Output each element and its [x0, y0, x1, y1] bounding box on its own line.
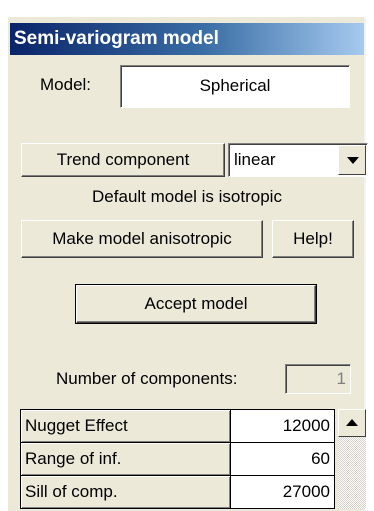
table-row: Range of inf. 60: [20, 442, 335, 476]
model-label: Model:: [40, 75, 92, 94]
help-button[interactable]: Help!: [272, 220, 354, 258]
param-name: Nugget Effect: [20, 409, 231, 443]
chevron-down-icon[interactable]: [338, 145, 366, 175]
param-value[interactable]: 27000: [230, 475, 335, 509]
scroll-up-arrow-icon[interactable]: [338, 409, 366, 437]
parameter-table: Nugget Effect 12000 Range of inf. 60 Sil…: [20, 409, 335, 509]
default-model-text: Default model is isotropic: [92, 187, 282, 206]
accept-model-button[interactable]: Accept model: [75, 284, 317, 324]
trend-select-value: linear: [234, 150, 276, 169]
param-value[interactable]: 12000: [230, 409, 335, 443]
table-row: Sill of comp. 27000: [20, 475, 335, 509]
param-name: Range of inf.: [20, 442, 231, 476]
make-anisotropic-button[interactable]: Make model anisotropic: [21, 220, 263, 258]
components-count-field: 1: [285, 364, 351, 394]
param-name: Sill of comp.: [20, 475, 231, 509]
trend-component-button[interactable]: Trend component: [21, 143, 225, 177]
panel-title: Semi-variogram model: [10, 23, 364, 55]
semivariogram-panel: Semi-variogram model Model: Spherical Tr…: [8, 17, 368, 511]
components-label: Number of components:: [56, 369, 238, 388]
model-field[interactable]: Spherical: [120, 65, 350, 108]
table-row: Nugget Effect 12000: [20, 409, 335, 443]
trend-select[interactable]: linear: [228, 143, 368, 177]
vertical-scrollbar[interactable]: [338, 409, 366, 509]
param-value[interactable]: 60: [230, 442, 335, 476]
